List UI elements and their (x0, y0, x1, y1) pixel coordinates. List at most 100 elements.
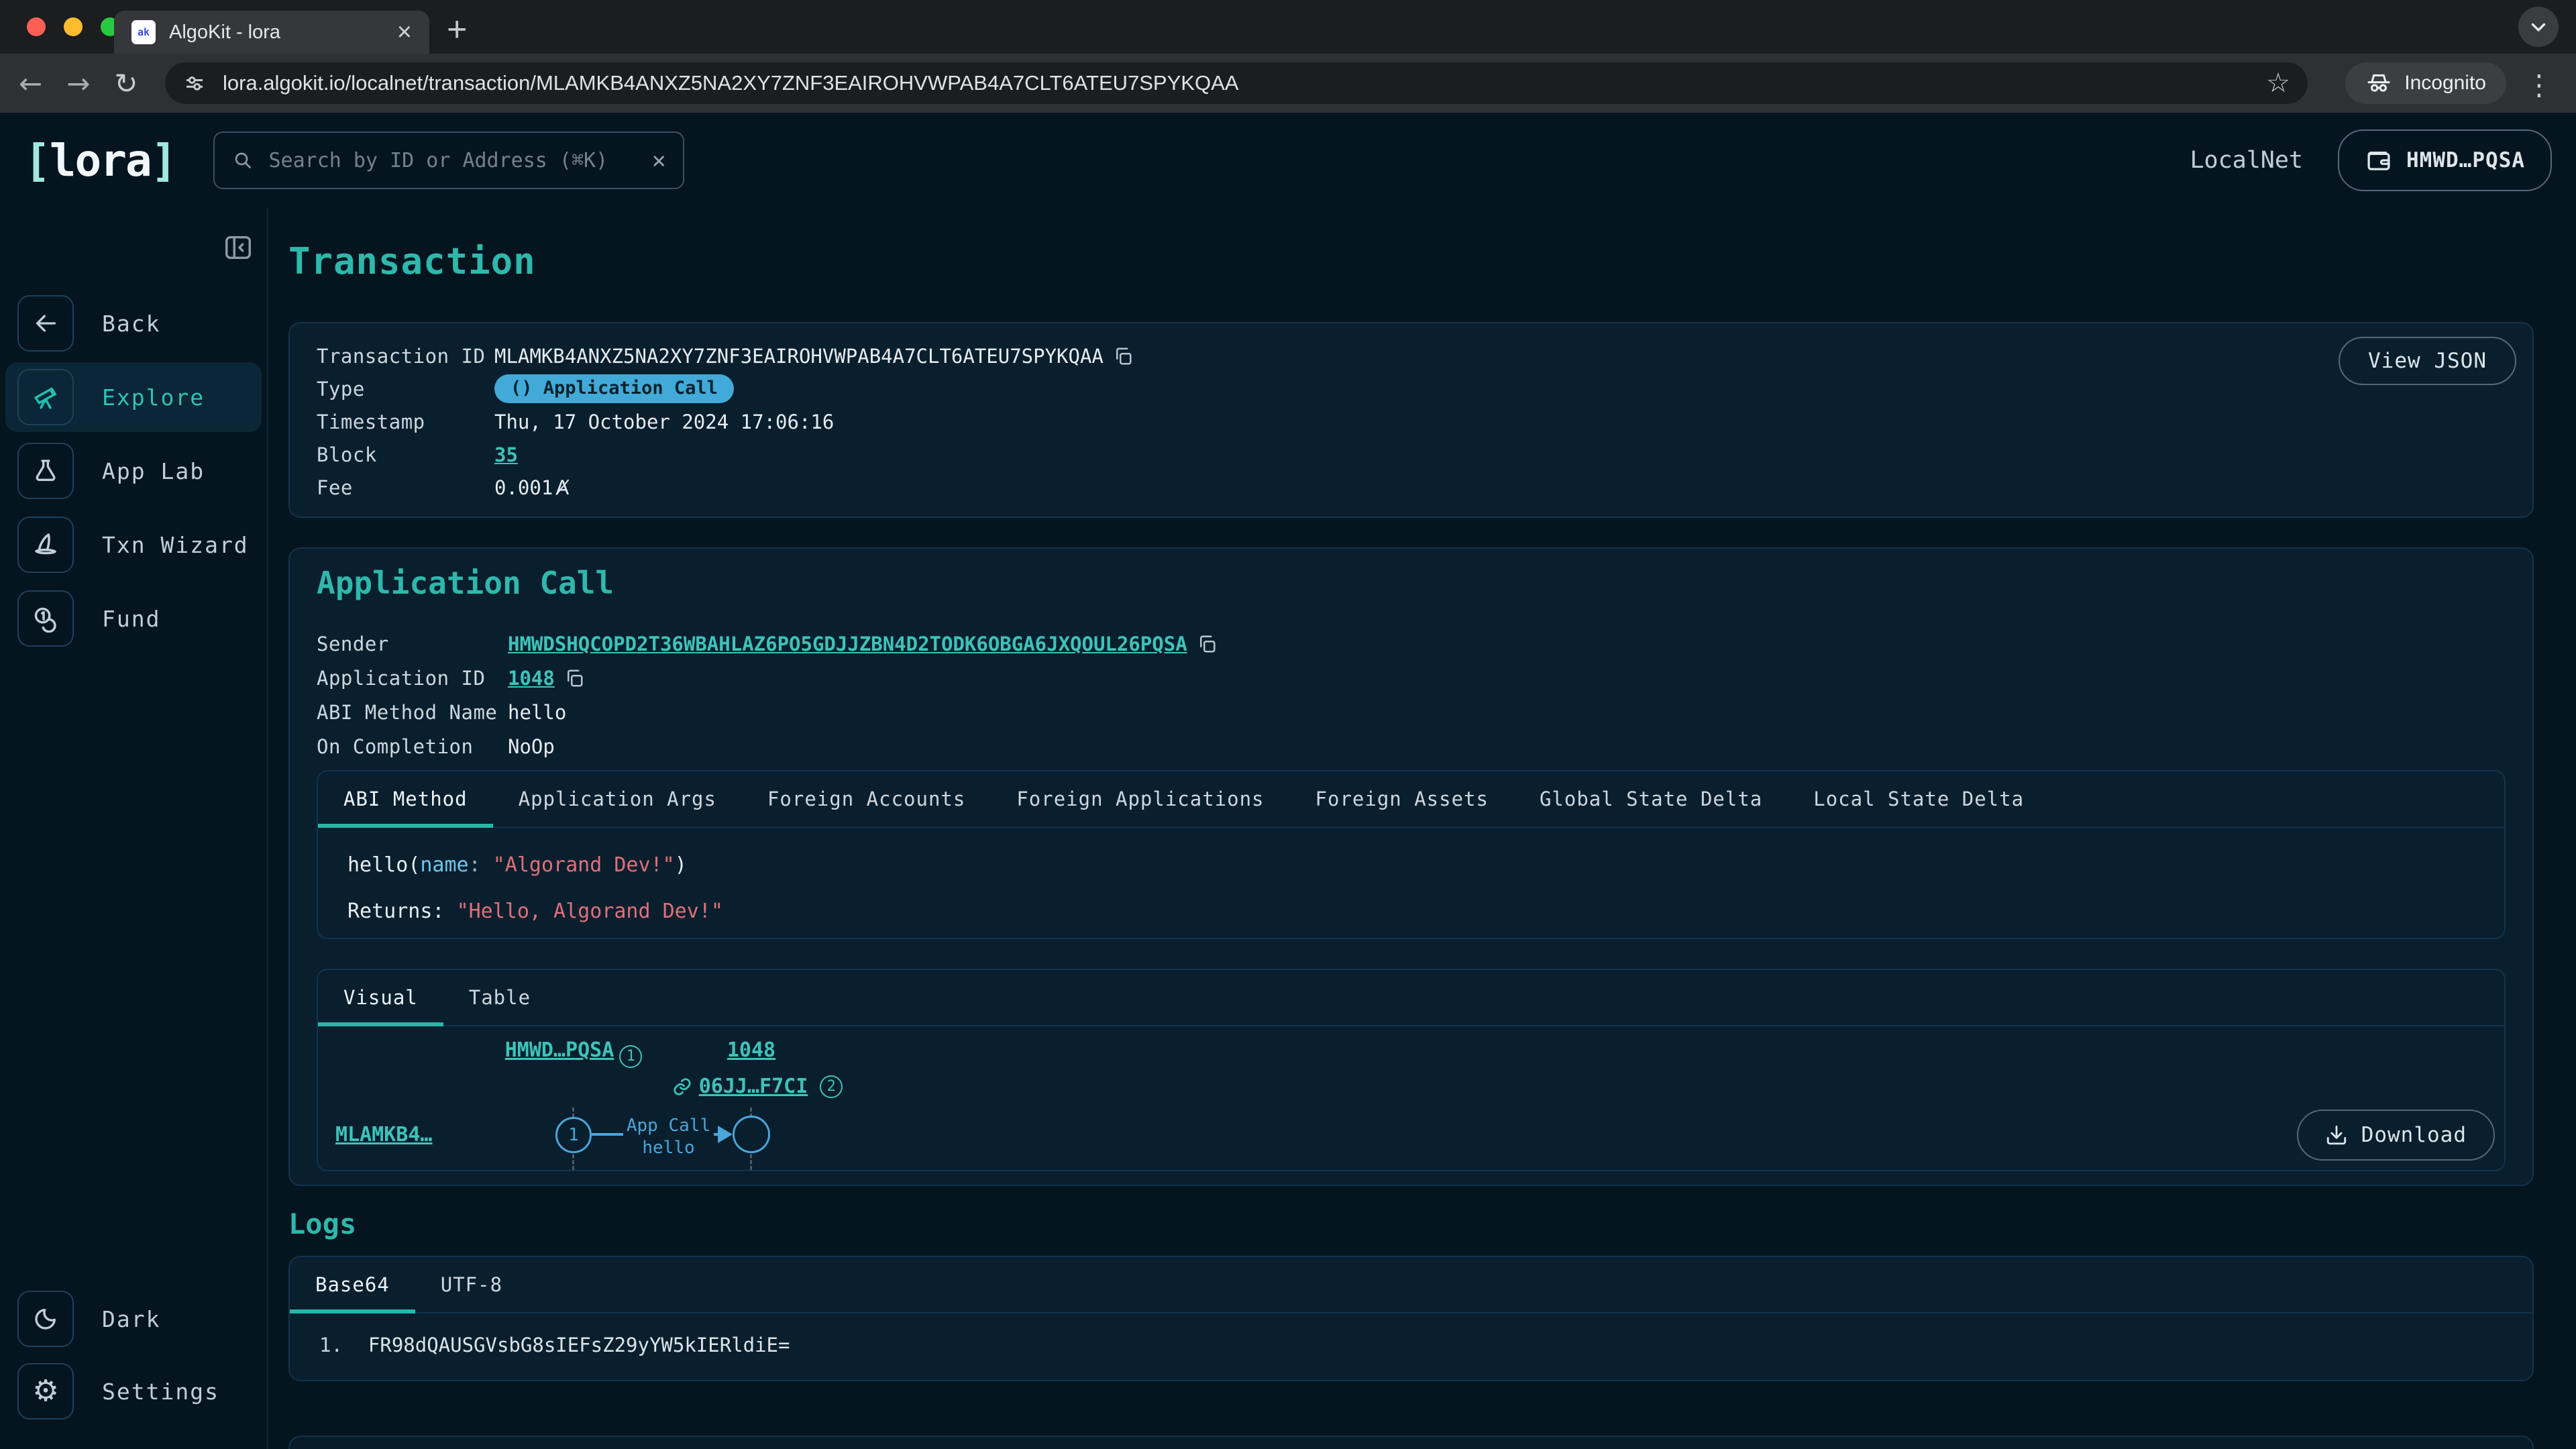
close-window-button[interactable] (27, 17, 46, 36)
block-link[interactable]: 35 (494, 443, 518, 466)
page-title: Transaction (288, 240, 536, 282)
panel-collapse-icon (223, 232, 254, 263)
new-tab-button[interactable]: + (447, 9, 467, 50)
logs-tabs: Base64 UTF-8 (290, 1257, 2532, 1313)
logs-heading: Logs (288, 1208, 356, 1240)
fee-row: Fee 0.001Ⱥ (317, 471, 2506, 504)
gear-icon: ⚙ (17, 1363, 74, 1419)
sidebar-item-theme-dark[interactable]: Dark (0, 1291, 267, 1347)
group-number-badge: 2 (820, 1075, 843, 1098)
sidebar-item-app-lab[interactable]: App Lab (0, 443, 267, 499)
abi-method-row: ABI Method Name hello (317, 695, 2506, 729)
application-id-row: Application ID 1048 (317, 661, 2506, 695)
sidebar-collapse-button[interactable] (223, 232, 254, 263)
logs-card: Base64 UTF-8 1. FR98dQAUSGVsbG8sIEFsZ29y… (288, 1256, 2534, 1381)
account-number-badge: 1 (619, 1045, 642, 1068)
network-label[interactable]: LocalNet (2190, 147, 2303, 174)
lora-logo[interactable]: [lora] (24, 135, 176, 186)
sidebar-item-fund[interactable]: Fund (0, 590, 267, 647)
search-icon (232, 150, 254, 171)
block-row: Block 35 (317, 438, 2506, 471)
sidebar-item-settings[interactable]: ⚙ Settings (0, 1363, 267, 1419)
application-call-heading: Application Call (317, 565, 614, 601)
download-button[interactable]: Download (2297, 1110, 2495, 1161)
browser-tabstrip: ak AlgoKit - lora × + (0, 0, 2576, 54)
tab-global-state-delta[interactable]: Global State Delta (1514, 771, 1788, 826)
search-clear-icon[interactable]: ✕ (652, 147, 665, 174)
window-controls (27, 17, 119, 36)
browser-forward-button[interactable]: → (66, 67, 90, 100)
tab-foreign-applications[interactable]: Foreign Applications (991, 771, 1289, 826)
url-bar[interactable]: lora.algokit.io/localnet/transaction/MLA… (165, 62, 2308, 104)
incognito-icon (2365, 70, 2392, 97)
browser-toolbar: ← → ↻ lora.algokit.io/localnet/transacti… (0, 54, 2576, 113)
graph-account-header[interactable]: HMWD…PQSA1 (486, 1038, 661, 1068)
graph-edge-label: App Callhello (623, 1115, 714, 1159)
link-icon (672, 1077, 692, 1097)
sidebar-nav: Back Explore App Lab Txn Wizard (0, 295, 267, 647)
log-entry-index: 1. (319, 1334, 343, 1356)
graph-target-node (733, 1116, 770, 1153)
copy-icon[interactable] (564, 668, 584, 688)
tab-base64[interactable]: Base64 (290, 1257, 415, 1312)
tab-local-state-delta[interactable]: Local State Delta (1788, 771, 2049, 826)
sender-link[interactable]: HMWDSHQCOPD2T36WBAHLAZ6PO5GDJJZBN4D2TODK… (508, 633, 1187, 655)
browser-back-button[interactable]: ← (19, 67, 42, 100)
tab-abi-method[interactable]: ABI Method (318, 771, 493, 826)
bookmark-star-icon[interactable]: ☆ (2266, 68, 2290, 99)
sidebar: Back Explore App Lab Txn Wizard (0, 208, 268, 1449)
sidebar-item-back[interactable]: Back (0, 295, 267, 352)
back-arrow-icon (17, 295, 74, 352)
copy-icon[interactable] (1197, 634, 1217, 654)
next-section-card-edge (288, 1436, 2534, 1449)
log-entry: 1. FR98dQAUSGVsbG8sIEFsZ29yYW5kIERldiE= (290, 1313, 2532, 1377)
search-input[interactable]: Search by ID or Address (⌘K) ✕ (213, 131, 684, 189)
visual-tabs: Visual Table (318, 970, 2504, 1026)
graph-transaction-link[interactable]: MLAMKB4… (335, 1123, 433, 1146)
fee-value: 0.001 (494, 476, 553, 499)
tab-title: AlgoKit - lora (169, 21, 384, 44)
site-info-icon[interactable] (182, 71, 207, 95)
graph-group-header[interactable]: 06JJ…F7CI2 (650, 1075, 865, 1098)
wallet-button[interactable]: HMWD…PQSA (2338, 129, 2552, 191)
browser-menu-icon[interactable]: ⋮ (2525, 68, 2553, 101)
graph-edge-line (592, 1133, 623, 1136)
application-call-card: Application Call Sender HMWDSHQCOPD2T36W… (288, 547, 2534, 1186)
sidebar-footer: Dark ⚙ Settings (0, 1291, 267, 1449)
timestamp-row: Timestamp Thu, 17 October 2024 17:06:16 (317, 405, 2506, 438)
type-row: Type () Application Call (317, 372, 2506, 405)
abi-call-signature: hello(name: "Algorand Dev!") (347, 853, 2475, 877)
wallet-address: HMWD…PQSA (2406, 148, 2525, 172)
lora-app: [lora] Search by ID or Address (⌘K) ✕ Lo… (0, 113, 2576, 1449)
tab-favicon: ak (131, 20, 156, 44)
minimize-window-button[interactable] (64, 17, 83, 36)
graph-application-header[interactable]: 1048 (698, 1038, 805, 1062)
type-badge: () Application Call (494, 374, 734, 403)
incognito-badge: Incognito (2345, 62, 2506, 104)
tab-foreign-assets[interactable]: Foreign Assets (1290, 771, 1514, 826)
tab-visual[interactable]: Visual (318, 970, 443, 1025)
abi-method-panel: hello(name: "Algorand Dev!") Returns: "H… (318, 828, 2504, 949)
url-text[interactable]: lora.algokit.io/localnet/transaction/MLA… (223, 71, 2250, 95)
search-placeholder: Search by ID or Address (⌘K) (268, 149, 608, 172)
tab-search-chevron-icon[interactable] (2518, 7, 2559, 47)
tab-application-args[interactable]: Application Args (493, 771, 742, 826)
browser-tab[interactable]: ak AlgoKit - lora × (114, 11, 429, 54)
detail-tabs: ABI Method Application Args Foreign Acco… (318, 771, 2504, 828)
copy-icon[interactable] (1113, 346, 1133, 366)
view-json-button[interactable]: View JSON (2339, 337, 2516, 385)
wizard-hat-icon (17, 517, 74, 573)
timestamp-value: Thu, 17 October 2024 17:06:16 (494, 411, 2506, 433)
tab-table[interactable]: Table (443, 970, 556, 1025)
tab-foreign-accounts[interactable]: Foreign Accounts (742, 771, 991, 826)
log-entry-value: FR98dQAUSGVsbG8sIEFsZ29yYW5kIERldiE= (368, 1334, 790, 1356)
tab-close-icon[interactable]: × (397, 19, 412, 45)
coins-icon (17, 590, 74, 647)
sidebar-item-explore[interactable]: Explore (0, 369, 267, 425)
sidebar-item-txn-wizard[interactable]: Txn Wizard (0, 517, 267, 573)
download-icon (2325, 1124, 2348, 1146)
browser-reload-button[interactable]: ↻ (114, 67, 138, 100)
sender-row: Sender HMWDSHQCOPD2T36WBAHLAZ6PO5GDJJZBN… (317, 627, 2506, 661)
application-id-link[interactable]: 1048 (508, 667, 555, 690)
tab-utf8[interactable]: UTF-8 (415, 1257, 528, 1312)
